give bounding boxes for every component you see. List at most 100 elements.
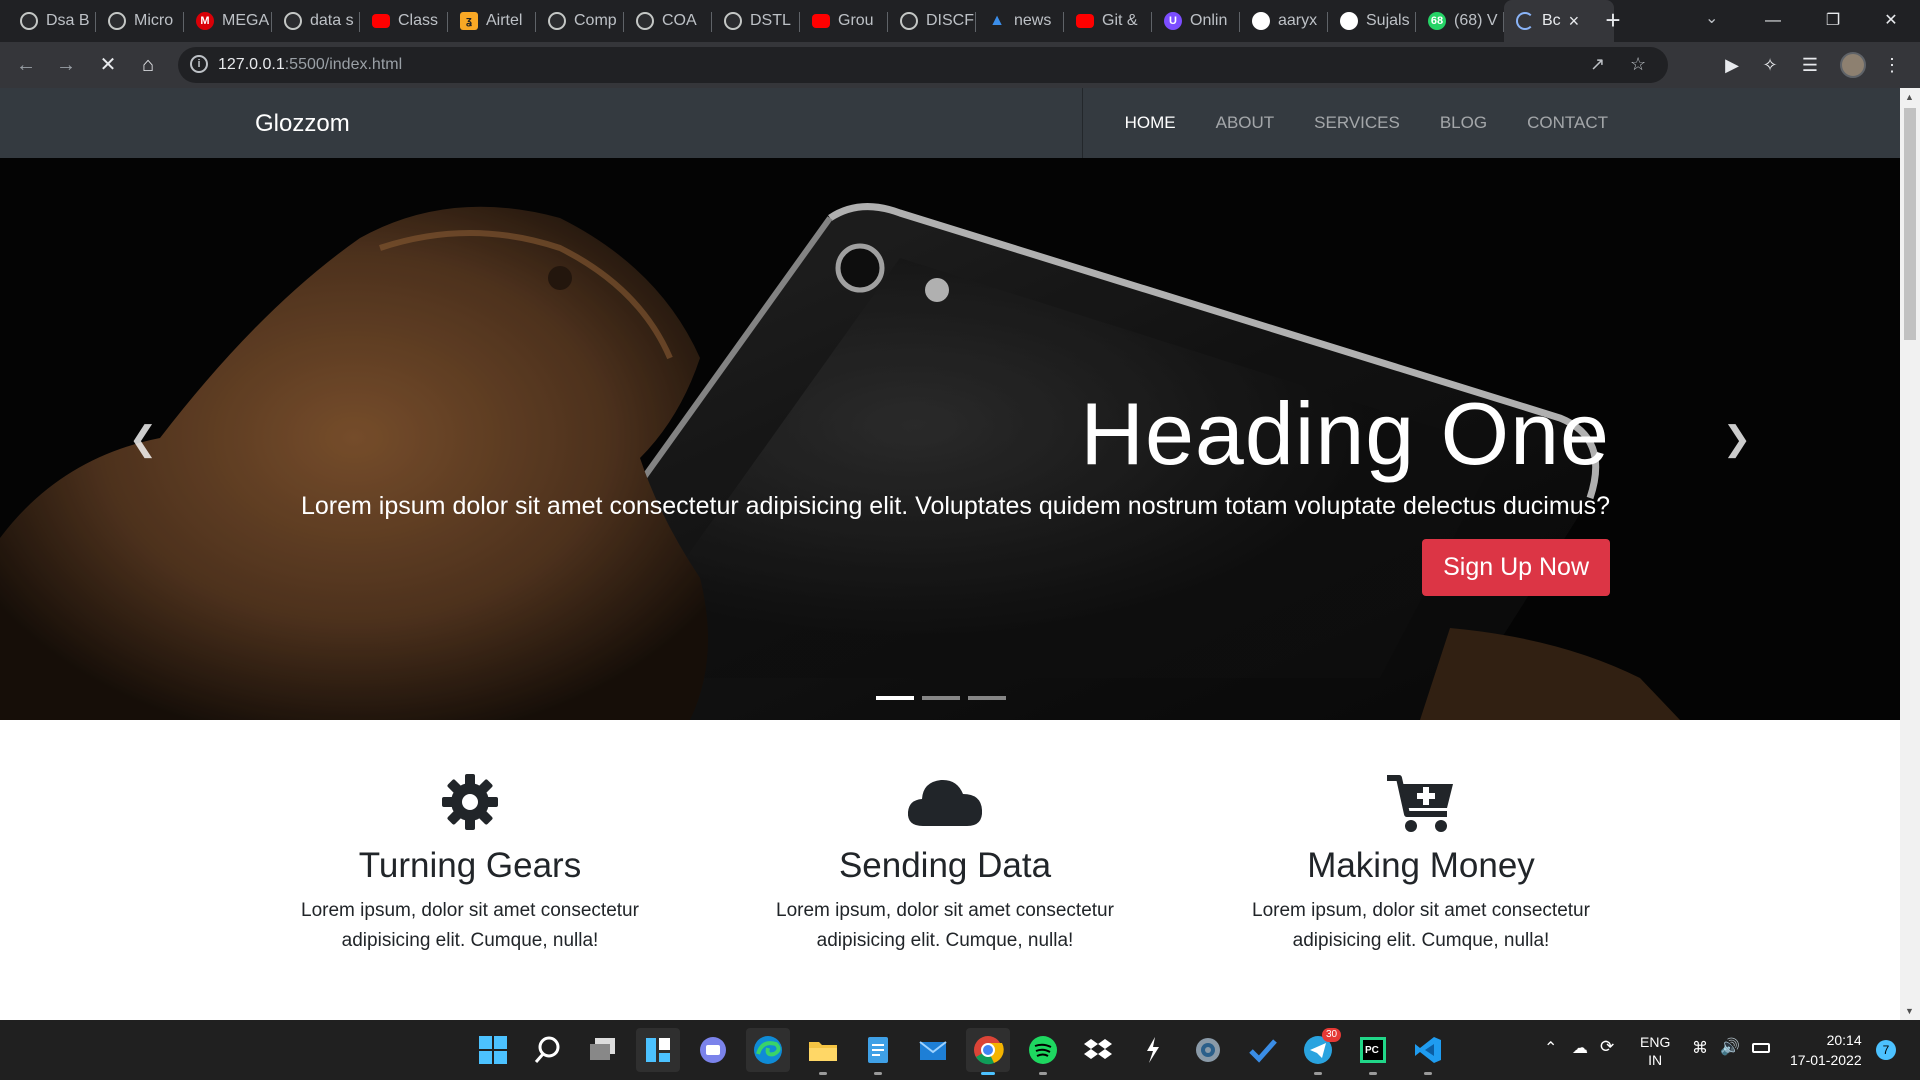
tab-title: MEGA bbox=[222, 12, 270, 29]
battery-icon[interactable] bbox=[1752, 1043, 1770, 1053]
close-window-button[interactable]: ✕ bbox=[1868, 4, 1914, 38]
mega-icon: M bbox=[196, 12, 214, 30]
back-button[interactable]: ← bbox=[12, 51, 40, 79]
extensions-icon[interactable]: ✧ bbox=[1758, 53, 1782, 77]
nav-blog[interactable]: BLOG bbox=[1440, 113, 1487, 133]
browser-tab[interactable]: M MEGA bbox=[184, 0, 272, 42]
browser-tab[interactable]: Git & bbox=[1064, 0, 1152, 42]
close-tab-icon[interactable]: × bbox=[1569, 11, 1580, 32]
app-icon[interactable] bbox=[1137, 1034, 1169, 1066]
stop-loading-button[interactable]: ✕ bbox=[94, 51, 122, 79]
widgets-icon[interactable] bbox=[636, 1028, 680, 1072]
browser-tab[interactable]: ʓ Airtel bbox=[448, 0, 536, 42]
nav-contact[interactable]: CONTACT bbox=[1527, 113, 1608, 133]
carousel-indicator-2[interactable] bbox=[922, 696, 960, 700]
tab-title: (68) V bbox=[1454, 12, 1498, 29]
notification-badge[interactable]: 7 bbox=[1876, 1040, 1896, 1060]
nav-home[interactable]: HOME bbox=[1125, 113, 1176, 133]
browser-tab[interactable]: Dsa B bbox=[8, 0, 96, 42]
youtube-icon bbox=[372, 14, 390, 28]
system-clock[interactable]: 20:14 17-01-2022 bbox=[1790, 1030, 1862, 1070]
task-view-icon[interactable] bbox=[587, 1034, 619, 1066]
github-icon bbox=[1340, 12, 1358, 30]
globe-icon bbox=[636, 12, 654, 30]
teams-chat-icon[interactable] bbox=[697, 1034, 729, 1066]
forward-button[interactable]: → bbox=[52, 51, 80, 79]
scrollbar-thumb[interactable] bbox=[1904, 108, 1916, 340]
tab-search-icon[interactable]: ⌄ bbox=[1705, 8, 1718, 28]
browser-tab[interactable]: U Onlin bbox=[1152, 0, 1240, 42]
nav-services[interactable]: SERVICES bbox=[1314, 113, 1400, 133]
browser-tab[interactable]: ▲ news bbox=[976, 0, 1064, 42]
edge-icon[interactable] bbox=[746, 1028, 790, 1072]
chrome-icon[interactable] bbox=[966, 1028, 1010, 1075]
windows-start-icon[interactable] bbox=[477, 1034, 509, 1066]
browser-tab[interactable]: DSTL bbox=[712, 0, 800, 42]
carousel-prev-chevron-left-icon[interactable]: ❮ bbox=[128, 422, 158, 456]
feature-card-data: Sending Data Lorem ipsum, dolor sit amet… bbox=[735, 772, 1155, 956]
globe-icon bbox=[548, 12, 566, 30]
reading-list-icon[interactable]: ☰ bbox=[1798, 53, 1822, 77]
active-indicator bbox=[981, 1072, 995, 1075]
site-info-icon[interactable]: i bbox=[190, 55, 208, 73]
dropbox-icon[interactable] bbox=[1082, 1034, 1114, 1066]
site-navbar: Glozzom HOME ABOUT SERVICES BLOG CONTACT bbox=[0, 88, 1900, 158]
tab-title: Grou bbox=[838, 12, 874, 29]
feature-card-money: Making Money Lorem ipsum, dolor sit amet… bbox=[1211, 772, 1631, 956]
new-tab-button[interactable]: + bbox=[1598, 6, 1628, 36]
browser-tab[interactable]: Grou bbox=[800, 0, 888, 42]
restore-button[interactable]: ❐ bbox=[1810, 4, 1856, 38]
gear-icon bbox=[260, 772, 680, 836]
page-scrollbar[interactable]: ▲ ▼ bbox=[1900, 88, 1920, 1020]
carousel-next-chevron-right-icon[interactable]: ❯ bbox=[1722, 422, 1752, 456]
spotify-icon[interactable] bbox=[1027, 1034, 1059, 1075]
sync-icon[interactable]: ⟳ bbox=[1600, 1037, 1614, 1057]
feature-text: Lorem ipsum, dolor sit amet consectetur … bbox=[301, 900, 639, 951]
tray-overflow-chevron-icon[interactable]: ⌃ bbox=[1544, 1038, 1557, 1058]
profile-avatar[interactable] bbox=[1840, 52, 1866, 78]
cart-plus-icon bbox=[1211, 772, 1631, 836]
tab-title: Class bbox=[398, 12, 439, 29]
browser-tab[interactable]: data s bbox=[272, 0, 360, 42]
vscode-icon[interactable] bbox=[1412, 1034, 1444, 1075]
share-icon[interactable]: ↗ bbox=[1590, 54, 1605, 75]
nav-about[interactable]: ABOUT bbox=[1216, 113, 1275, 133]
todo-icon[interactable] bbox=[1247, 1034, 1279, 1066]
home-button[interactable]: ⌂ bbox=[134, 51, 162, 79]
browser-tab[interactable]: Sujals bbox=[1328, 0, 1416, 42]
tab-title: Git & bbox=[1102, 12, 1138, 29]
minimize-button[interactable]: — bbox=[1750, 4, 1796, 38]
language-indicator[interactable]: ENG IN bbox=[1640, 1033, 1670, 1069]
settings-icon[interactable] bbox=[1192, 1034, 1224, 1066]
mail-icon[interactable] bbox=[917, 1034, 949, 1066]
pycharm-icon[interactable]: PC bbox=[1357, 1034, 1389, 1075]
browser-tab[interactable]: 68 (68) V bbox=[1416, 0, 1504, 42]
browser-tab[interactable]: DISCF bbox=[888, 0, 976, 42]
sign-up-button[interactable]: Sign Up Now bbox=[1422, 539, 1610, 596]
carousel-indicator-1[interactable] bbox=[876, 696, 914, 700]
tab-title: DSTL bbox=[750, 12, 791, 29]
url-text[interactable]: 127.0.0.1:5500/index.html bbox=[218, 56, 402, 74]
bookmark-star-icon[interactable]: ☆ bbox=[1630, 54, 1646, 75]
menu-kebab-icon[interactable]: ⋮ bbox=[1880, 53, 1904, 77]
telegram-icon[interactable]: 30 bbox=[1302, 1028, 1342, 1075]
browser-tab[interactable]: Micro bbox=[96, 0, 184, 42]
tab-title: Bc bbox=[1542, 12, 1561, 29]
media-icon[interactable]: ▶ bbox=[1720, 53, 1744, 77]
scroll-down-arrow-icon[interactable]: ▼ bbox=[1905, 1006, 1914, 1016]
volume-icon[interactable]: 🔊 bbox=[1720, 1037, 1740, 1057]
browser-tab[interactable]: Comp bbox=[536, 0, 624, 42]
carousel-indicator-3[interactable] bbox=[968, 696, 1006, 700]
notepad-icon[interactable] bbox=[862, 1034, 894, 1075]
browser-tab[interactable]: aaryx bbox=[1240, 0, 1328, 42]
site-brand[interactable]: Glozzom bbox=[255, 110, 350, 138]
file-explorer-icon[interactable] bbox=[807, 1034, 839, 1075]
browser-tab[interactable]: COA bbox=[624, 0, 712, 42]
onedrive-cloud-icon[interactable]: ☁ bbox=[1572, 1038, 1588, 1058]
azure-icon: ▲ bbox=[989, 12, 1005, 29]
address-bar[interactable]: i 127.0.0.1:5500/index.html ☆ ↗ bbox=[178, 47, 1668, 83]
wifi-icon[interactable]: ⌘ bbox=[1692, 1038, 1708, 1058]
search-icon[interactable] bbox=[532, 1034, 564, 1066]
browser-tab[interactable]: Class bbox=[360, 0, 448, 42]
scroll-up-arrow-icon[interactable]: ▲ bbox=[1905, 92, 1914, 102]
